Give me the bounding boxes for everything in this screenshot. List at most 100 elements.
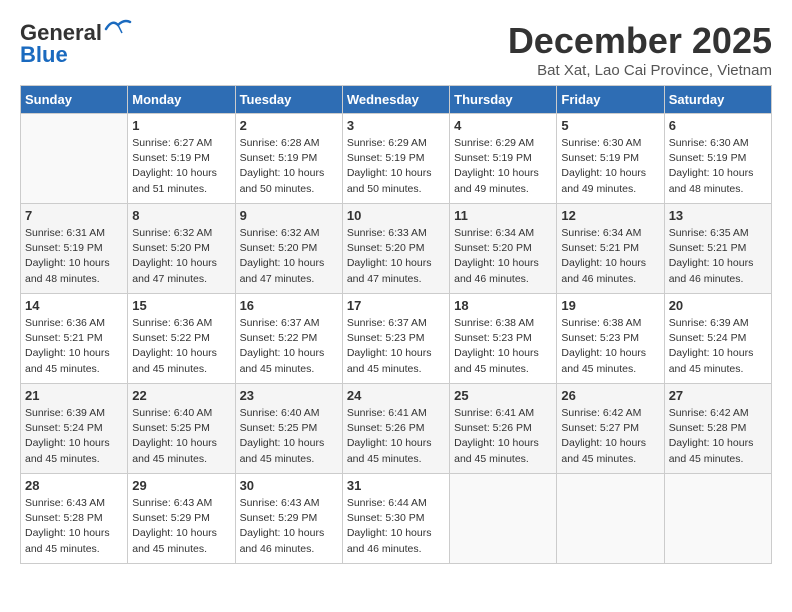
calendar-cell: [450, 474, 557, 564]
day-header-thursday: Thursday: [450, 86, 557, 114]
calendar-week-2: 7 Sunrise: 6:31 AM Sunset: 5:19 PM Daylig…: [21, 204, 772, 294]
day-info: Sunrise: 6:28 AM Sunset: 5:19 PM Dayligh…: [240, 136, 338, 197]
day-info: Sunrise: 6:43 AM Sunset: 5:29 PM Dayligh…: [132, 496, 230, 557]
calendar-cell: 18 Sunrise: 6:38 AM Sunset: 5:23 PM Dayli…: [450, 294, 557, 384]
day-number: 13: [669, 208, 767, 223]
day-info: Sunrise: 6:35 AM Sunset: 5:21 PM Dayligh…: [669, 226, 767, 287]
header-row: SundayMondayTuesdayWednesdayThursdayFrid…: [21, 86, 772, 114]
day-number: 3: [347, 118, 445, 133]
day-info: Sunrise: 6:31 AM Sunset: 5:19 PM Dayligh…: [25, 226, 123, 287]
day-info: Sunrise: 6:30 AM Sunset: 5:19 PM Dayligh…: [561, 136, 659, 197]
day-number: 8: [132, 208, 230, 223]
calendar-cell: 26Sunrise: 6:42 AM Sunset: 5:27 PM Dayli…: [557, 384, 664, 474]
day-header-wednesday: Wednesday: [342, 86, 449, 114]
calendar-cell: 21 Sunrise: 6:39 AM Sunset: 5:24 PM Dayli…: [21, 384, 128, 474]
day-info: Sunrise: 6:42 AM Sunset: 5:28 PM Dayligh…: [669, 406, 767, 467]
day-header-saturday: Saturday: [664, 86, 771, 114]
day-info: Sunrise: 6:34 AM Sunset: 5:21 PM Dayligh…: [561, 226, 659, 287]
day-number: 18: [454, 298, 552, 313]
calendar-cell: 15Sunrise: 6:36 AM Sunset: 5:22 PM Dayli…: [128, 294, 235, 384]
day-info: Sunrise: 6:29 AM Sunset: 5:19 PM Dayligh…: [454, 136, 552, 197]
day-number: 31: [347, 478, 445, 493]
logo: General Blue: [20, 20, 132, 68]
day-info: Sunrise: 6:43 AM Sunset: 5:28 PM Dayligh…: [25, 496, 123, 557]
day-info: Sunrise: 6:40 AM Sunset: 5:25 PM Dayligh…: [240, 406, 338, 467]
day-number: 27: [669, 388, 767, 403]
day-info: Sunrise: 6:44 AM Sunset: 5:30 PM Dayligh…: [347, 496, 445, 557]
day-number: 20: [669, 298, 767, 313]
day-info: Sunrise: 6:36 AM Sunset: 5:21 PM Dayligh…: [25, 316, 123, 377]
day-info: Sunrise: 6:43 AM Sunset: 5:29 PM Dayligh…: [240, 496, 338, 557]
calendar-cell: [664, 474, 771, 564]
day-info: Sunrise: 6:38 AM Sunset: 5:23 PM Dayligh…: [454, 316, 552, 377]
page-header: General Blue December 2025 Bat Xat, Lao …: [20, 20, 772, 79]
calendar-cell: 1Sunrise: 6:27 AM Sunset: 5:19 PM Daylig…: [128, 114, 235, 204]
day-info: Sunrise: 6:38 AM Sunset: 5:23 PM Dayligh…: [561, 316, 659, 377]
calendar-cell: 23Sunrise: 6:40 AM Sunset: 5:25 PM Dayli…: [235, 384, 342, 474]
calendar-cell: 9 Sunrise: 6:32 AM Sunset: 5:20 PM Daylig…: [235, 204, 342, 294]
day-header-sunday: Sunday: [21, 86, 128, 114]
day-number: 25: [454, 388, 552, 403]
day-number: 11: [454, 208, 552, 223]
calendar-cell: 17 Sunrise: 6:37 AM Sunset: 5:23 PM Dayli…: [342, 294, 449, 384]
calendar-week-3: 14 Sunrise: 6:36 AM Sunset: 5:21 PM Dayli…: [21, 294, 772, 384]
day-number: 26: [561, 388, 659, 403]
calendar-cell: 19 Sunrise: 6:38 AM Sunset: 5:23 PM Dayli…: [557, 294, 664, 384]
calendar-cell: 5Sunrise: 6:30 AM Sunset: 5:19 PM Daylig…: [557, 114, 664, 204]
calendar-cell: 31 Sunrise: 6:44 AM Sunset: 5:30 PM Dayli…: [342, 474, 449, 564]
day-header-friday: Friday: [557, 86, 664, 114]
calendar-cell: 14 Sunrise: 6:36 AM Sunset: 5:21 PM Dayli…: [21, 294, 128, 384]
calendar-cell: [21, 114, 128, 204]
day-info: Sunrise: 6:37 AM Sunset: 5:22 PM Dayligh…: [240, 316, 338, 377]
day-number: 16: [240, 298, 338, 313]
calendar-cell: 24Sunrise: 6:41 AM Sunset: 5:26 PM Dayli…: [342, 384, 449, 474]
calendar-cell: 3Sunrise: 6:29 AM Sunset: 5:19 PM Daylig…: [342, 114, 449, 204]
day-info: Sunrise: 6:41 AM Sunset: 5:26 PM Dayligh…: [454, 406, 552, 467]
day-info: Sunrise: 6:36 AM Sunset: 5:22 PM Dayligh…: [132, 316, 230, 377]
day-number: 17: [347, 298, 445, 313]
logo-bird-icon: [104, 19, 132, 39]
calendar-cell: 16 Sunrise: 6:37 AM Sunset: 5:22 PM Dayli…: [235, 294, 342, 384]
day-number: 2: [240, 118, 338, 133]
day-info: Sunrise: 6:39 AM Sunset: 5:24 PM Dayligh…: [669, 316, 767, 377]
day-info: Sunrise: 6:32 AM Sunset: 5:20 PM Dayligh…: [240, 226, 338, 287]
day-number: 19: [561, 298, 659, 313]
title-block: December 2025 Bat Xat, Lao Cai Province,…: [508, 20, 772, 79]
day-number: 12: [561, 208, 659, 223]
calendar-week-1: 1Sunrise: 6:27 AM Sunset: 5:19 PM Daylig…: [21, 114, 772, 204]
day-number: 4: [454, 118, 552, 133]
calendar-cell: 29 Sunrise: 6:43 AM Sunset: 5:29 PM Dayli…: [128, 474, 235, 564]
logo-blue: Blue: [20, 42, 68, 68]
day-number: 21: [25, 388, 123, 403]
calendar-cell: 27 Sunrise: 6:42 AM Sunset: 5:28 PM Dayli…: [664, 384, 771, 474]
calendar-cell: [557, 474, 664, 564]
calendar-table: SundayMondayTuesdayWednesdayThursdayFrid…: [20, 85, 772, 564]
calendar-week-4: 21 Sunrise: 6:39 AM Sunset: 5:24 PM Dayli…: [21, 384, 772, 474]
calendar-cell: 2 Sunrise: 6:28 AM Sunset: 5:19 PM Daylig…: [235, 114, 342, 204]
calendar-cell: 11Sunrise: 6:34 AM Sunset: 5:20 PM Dayli…: [450, 204, 557, 294]
day-number: 22: [132, 388, 230, 403]
day-number: 28: [25, 478, 123, 493]
day-info: Sunrise: 6:30 AM Sunset: 5:19 PM Dayligh…: [669, 136, 767, 197]
day-info: Sunrise: 6:40 AM Sunset: 5:25 PM Dayligh…: [132, 406, 230, 467]
calendar-cell: 4 Sunrise: 6:29 AM Sunset: 5:19 PM Daylig…: [450, 114, 557, 204]
calendar-cell: 10 Sunrise: 6:33 AM Sunset: 5:20 PM Dayli…: [342, 204, 449, 294]
day-number: 10: [347, 208, 445, 223]
calendar-cell: 30Sunrise: 6:43 AM Sunset: 5:29 PM Dayli…: [235, 474, 342, 564]
calendar-week-5: 28 Sunrise: 6:43 AM Sunset: 5:28 PM Dayli…: [21, 474, 772, 564]
calendar-cell: 25 Sunrise: 6:41 AM Sunset: 5:26 PM Dayli…: [450, 384, 557, 474]
day-info: Sunrise: 6:32 AM Sunset: 5:20 PM Dayligh…: [132, 226, 230, 287]
day-number: 9: [240, 208, 338, 223]
day-info: Sunrise: 6:37 AM Sunset: 5:23 PM Dayligh…: [347, 316, 445, 377]
day-number: 29: [132, 478, 230, 493]
month-title: December 2025: [508, 20, 772, 62]
day-number: 24: [347, 388, 445, 403]
calendar-cell: 12 Sunrise: 6:34 AM Sunset: 5:21 PM Dayli…: [557, 204, 664, 294]
calendar-cell: 22 Sunrise: 6:40 AM Sunset: 5:25 PM Dayli…: [128, 384, 235, 474]
day-number: 1: [132, 118, 230, 133]
day-info: Sunrise: 6:33 AM Sunset: 5:20 PM Dayligh…: [347, 226, 445, 287]
location: Bat Xat, Lao Cai Province, Vietnam: [508, 62, 772, 79]
day-number: 14: [25, 298, 123, 313]
day-info: Sunrise: 6:39 AM Sunset: 5:24 PM Dayligh…: [25, 406, 123, 467]
day-number: 7: [25, 208, 123, 223]
